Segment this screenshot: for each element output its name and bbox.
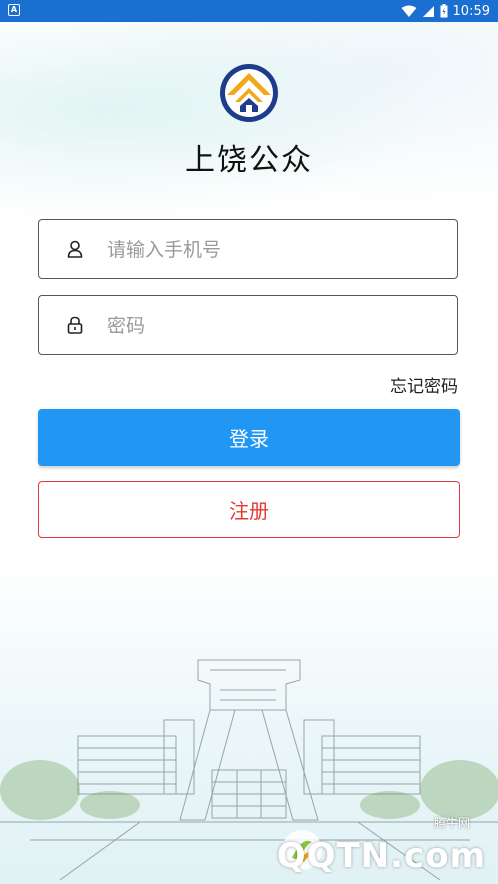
notification-app-icon: A bbox=[8, 4, 20, 16]
phone-field[interactable] bbox=[38, 219, 458, 279]
forgot-password-link[interactable]: 忘记密码 bbox=[390, 372, 458, 397]
register-button[interactable]: 注册 bbox=[38, 481, 460, 538]
status-icons: 10:59 bbox=[401, 2, 490, 20]
password-input[interactable] bbox=[105, 306, 439, 346]
phone-input[interactable] bbox=[105, 230, 439, 270]
clock: 10:59 bbox=[452, 3, 490, 19]
app-title: 上饶公众 bbox=[185, 143, 313, 178]
watermark-small-text: 腾牛网 bbox=[433, 816, 470, 830]
signal-icon bbox=[422, 5, 434, 17]
lock-icon bbox=[67, 316, 83, 334]
password-field[interactable] bbox=[38, 295, 458, 355]
user-icon bbox=[67, 240, 83, 258]
house-logo-icon bbox=[220, 64, 278, 122]
battery-icon bbox=[440, 4, 448, 18]
background-wash bbox=[0, 22, 498, 242]
watermark: 腾牛网 QQTN.com bbox=[276, 814, 490, 876]
watermark-big-text: QQTN.com bbox=[276, 836, 486, 876]
status-bar: A 10:59 bbox=[0, 0, 498, 22]
wifi-icon bbox=[401, 5, 417, 17]
login-button[interactable]: 登录 bbox=[38, 409, 460, 466]
